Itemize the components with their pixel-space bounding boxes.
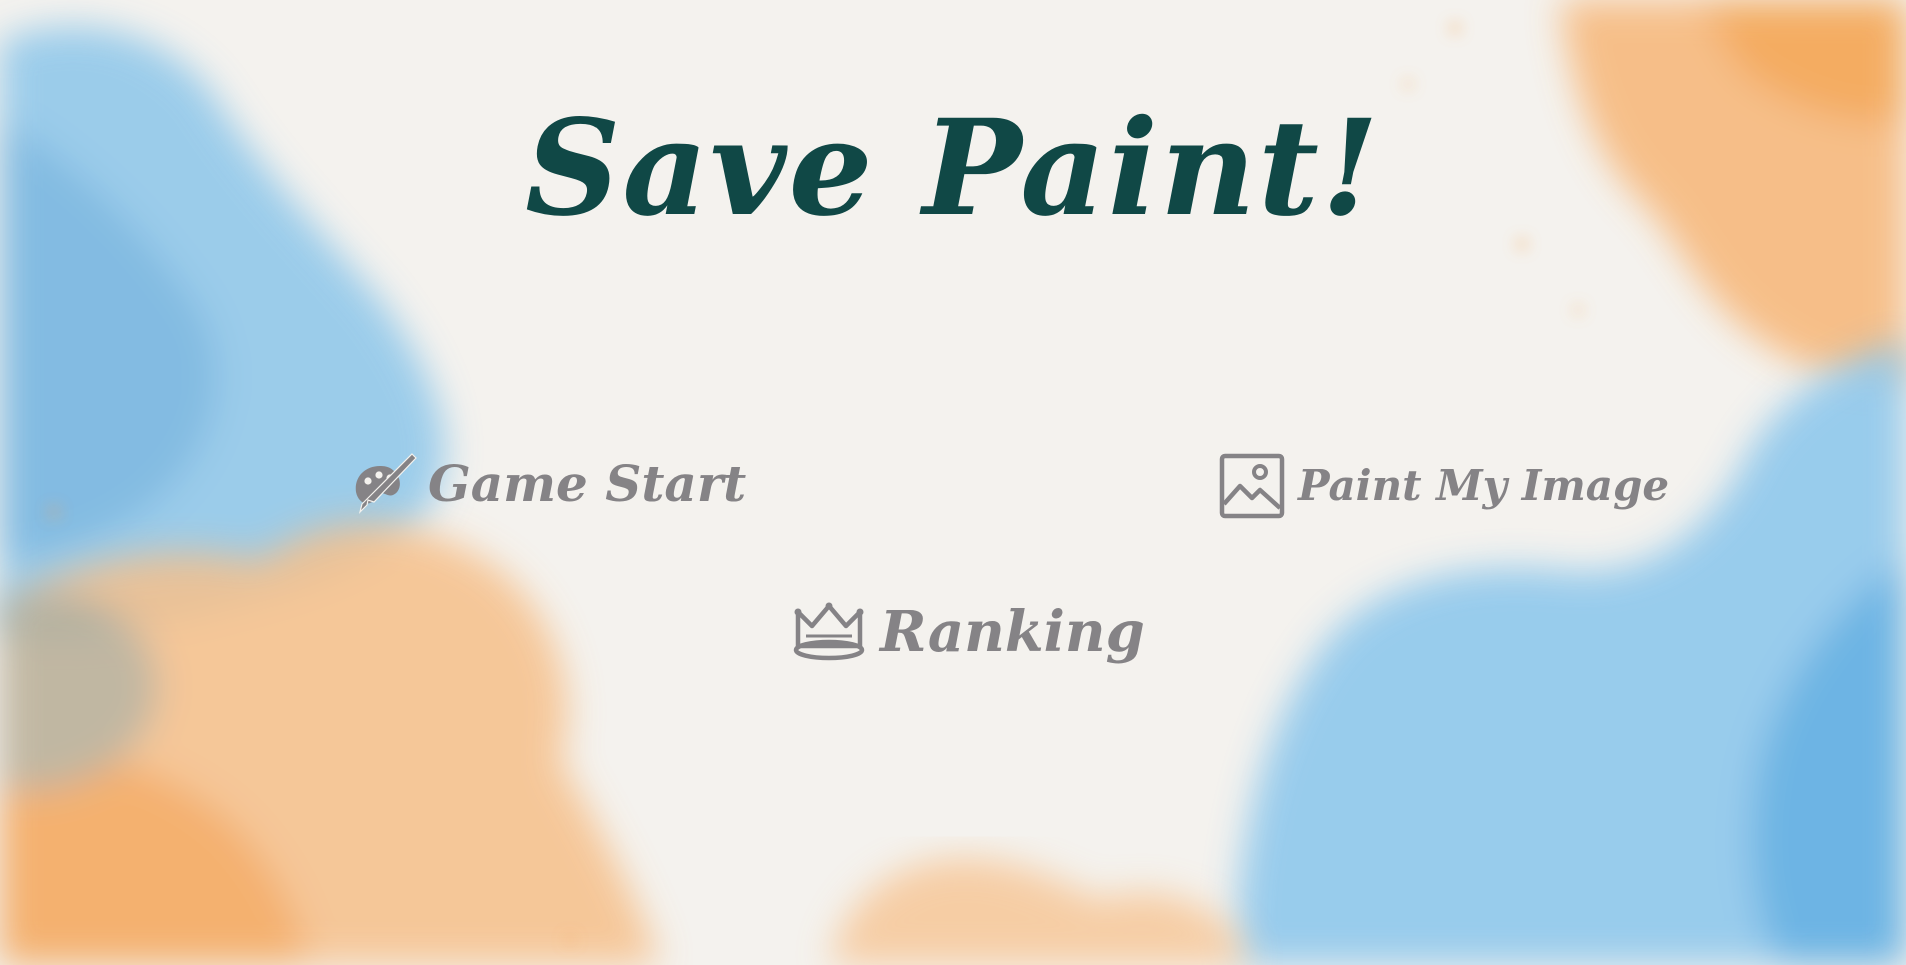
palette-brush-icon (350, 450, 418, 518)
paint-my-image-label: Paint My Image (1298, 461, 1670, 510)
crown-icon (792, 602, 866, 662)
ranking-button[interactable]: Ranking (792, 602, 1145, 662)
game-start-button[interactable]: Game Start (350, 450, 746, 518)
paint-my-image-button[interactable]: Paint My Image (1218, 452, 1669, 520)
game-start-label: Game Start (428, 454, 747, 513)
image-icon (1218, 452, 1286, 520)
game-title: Save Paint! (525, 91, 1381, 246)
ranking-label: Ranking (880, 599, 1145, 665)
